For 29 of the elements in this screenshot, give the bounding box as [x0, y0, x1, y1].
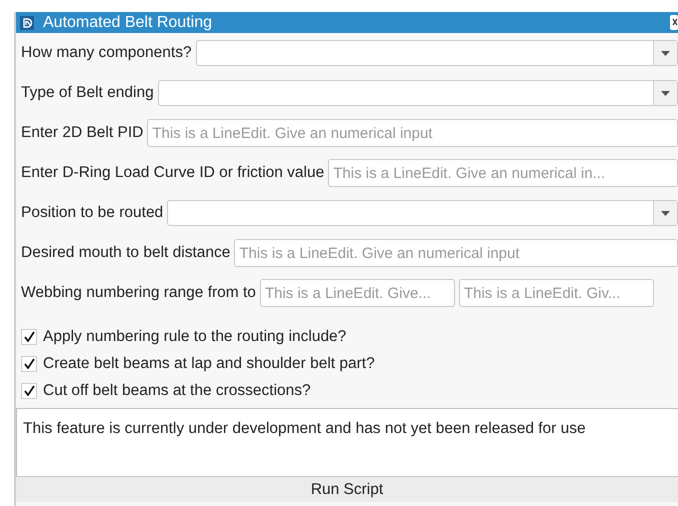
app-logo-icon	[20, 16, 34, 30]
checkbox-option[interactable]: Cut off belt beams at the crossections?	[21, 381, 311, 400]
input-field[interactable]: This is a LineEdit. Give an numerical input	[147, 119, 678, 147]
output-text-area[interactable]: This feature is currently under development and has not yet been released for use	[16, 408, 678, 476]
check-icon	[24, 358, 34, 369]
checkbox[interactable]	[21, 356, 37, 372]
window-title: Automated Belt Routing	[43, 14, 212, 30]
caret-icon	[661, 90, 670, 96]
input-field[interactable]: This is a LineEdit. Giv...	[458, 279, 654, 307]
run-script-button[interactable]: Run Script	[16, 476, 678, 502]
checkbox[interactable]	[21, 328, 37, 344]
field-label: Position to be routed	[21, 203, 164, 224]
caret-icon	[661, 210, 670, 216]
input-field[interactable]: This is a LineEdit. Give...	[260, 279, 455, 307]
close-icon[interactable]	[670, 15, 678, 30]
field-label: Enter 2D Belt PID	[21, 123, 144, 144]
field-label: Desired mouth to belt distance	[21, 243, 230, 264]
check-icon	[24, 331, 34, 342]
input-field[interactable]: This is a LineEdit. Give an numerical input	[234, 239, 678, 267]
checkbox[interactable]	[21, 382, 37, 398]
field-label: Enter D-Ring Load Curve ID or friction value	[21, 163, 324, 184]
field-label: Type of Belt ending	[21, 83, 154, 104]
check-icon	[24, 385, 34, 396]
checkbox-option[interactable]: Apply numbering rule to the routing include?	[21, 327, 346, 346]
checkbox-option[interactable]: Create belt beams at lap and shoulder belt part?	[21, 354, 375, 373]
input-field[interactable]: This is a LineEdit. Give an numerical in...	[328, 159, 678, 187]
caret-icon	[661, 50, 670, 56]
field-label: How many components?	[21, 43, 192, 64]
field-label: Webbing numbering range from to	[21, 283, 256, 304]
